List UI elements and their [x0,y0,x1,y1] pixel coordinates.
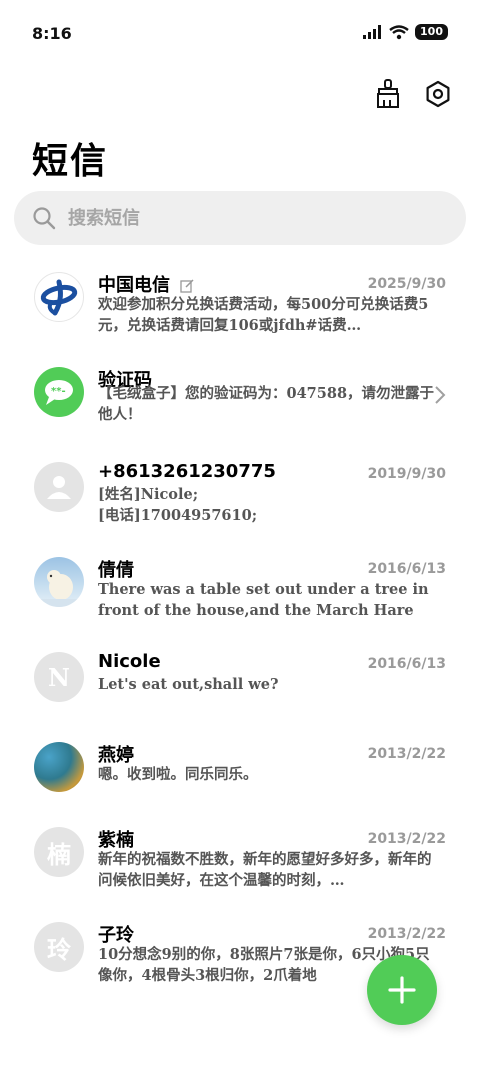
message-date: 2016/6/13 [367,656,446,672]
message-preview: There was a table set out under a tree i… [98,581,429,619]
landscape-photo [34,742,84,792]
message-preview: 欢迎参加积分兑换话费活动，每500分可兑换话费5元，兑换话费请回复106或jfd… [98,296,429,334]
message-row[interactable]: +8613261230775 2019/9/30 [姓名]Nicole; [电话… [0,446,480,541]
status-bar: 8:16 100 [0,0,480,66]
message-row[interactable]: 中国电信 2025/9/30 欢迎参加积分兑换话费活动，每500分可兑换话费5元… [0,256,480,351]
person-icon [47,476,71,499]
avatar: 玲 [34,922,84,972]
message-row[interactable]: 倩倩 2016/6/13 There was a table set out u… [0,541,480,636]
message-preview: 【毛绒盒子】您的验证码为：047588，请勿泄露于他人！ [98,385,435,423]
signal-icon [363,25,382,39]
svg-text:**-: **- [51,386,66,397]
message-date: 2013/2/22 [367,926,446,942]
clean-button[interactable] [372,78,404,110]
china-telecom-logo [34,272,84,322]
search-input[interactable] [68,207,428,229]
message-preview: Let's eat out,shall we? [98,676,279,693]
status-icons: 100 [363,24,448,40]
message-preview: 新年的祝福数不胜数，新年的愿望好多好多，新年的问候依旧美好，在这个温馨的时刻，… [98,851,432,889]
plus-icon [388,976,416,1004]
sms-code-icon: **- [34,367,84,417]
sender-name: +8613261230775 [98,461,276,482]
page-title: 短信 [32,141,109,182]
sender-name: Nicole [98,651,161,672]
search-icon [33,207,56,230]
new-message-button[interactable] [367,955,437,1025]
avatar [34,462,84,512]
message-row[interactable]: **- 验证码 【毛绒盒子】您的验证码为：047588，请勿泄露于他人！ [0,351,480,446]
polar-bear-photo [34,557,84,607]
message-date: 2016/6/13 [367,561,446,577]
search-bar[interactable] [14,191,466,245]
message-row[interactable]: 楠 紫楠 2013/2/22 新年的祝福数不胜数，新年的愿望好多好多，新年的问候… [0,811,480,906]
avatar: 楠 [34,827,84,877]
broom-icon [377,79,399,108]
wifi-icon [389,24,409,39]
message-date: 2013/2/22 [367,746,446,762]
top-toolbar [372,78,454,110]
settings-icon [426,80,450,108]
settings-button[interactable] [422,78,454,110]
message-preview: [姓名]Nicole; [电话]17004957610; [98,486,258,524]
message-row[interactable]: 燕婷 2013/2/22 嗯。收到啦。同乐同乐。 [0,726,480,821]
message-date: 2019/9/30 [367,466,446,482]
status-time: 8:16 [32,24,72,43]
chevron-right-icon [435,386,446,404]
message-date: 2013/2/22 [367,831,446,847]
battery-icon: 100 [415,24,448,40]
message-date: 2025/9/30 [367,276,446,292]
edit-icon [180,279,194,293]
avatar: N [34,652,84,702]
message-row[interactable]: N Nicole 2016/6/13 Let's eat out,shall w… [0,636,480,731]
message-preview: 嗯。收到啦。同乐同乐。 [98,766,258,783]
